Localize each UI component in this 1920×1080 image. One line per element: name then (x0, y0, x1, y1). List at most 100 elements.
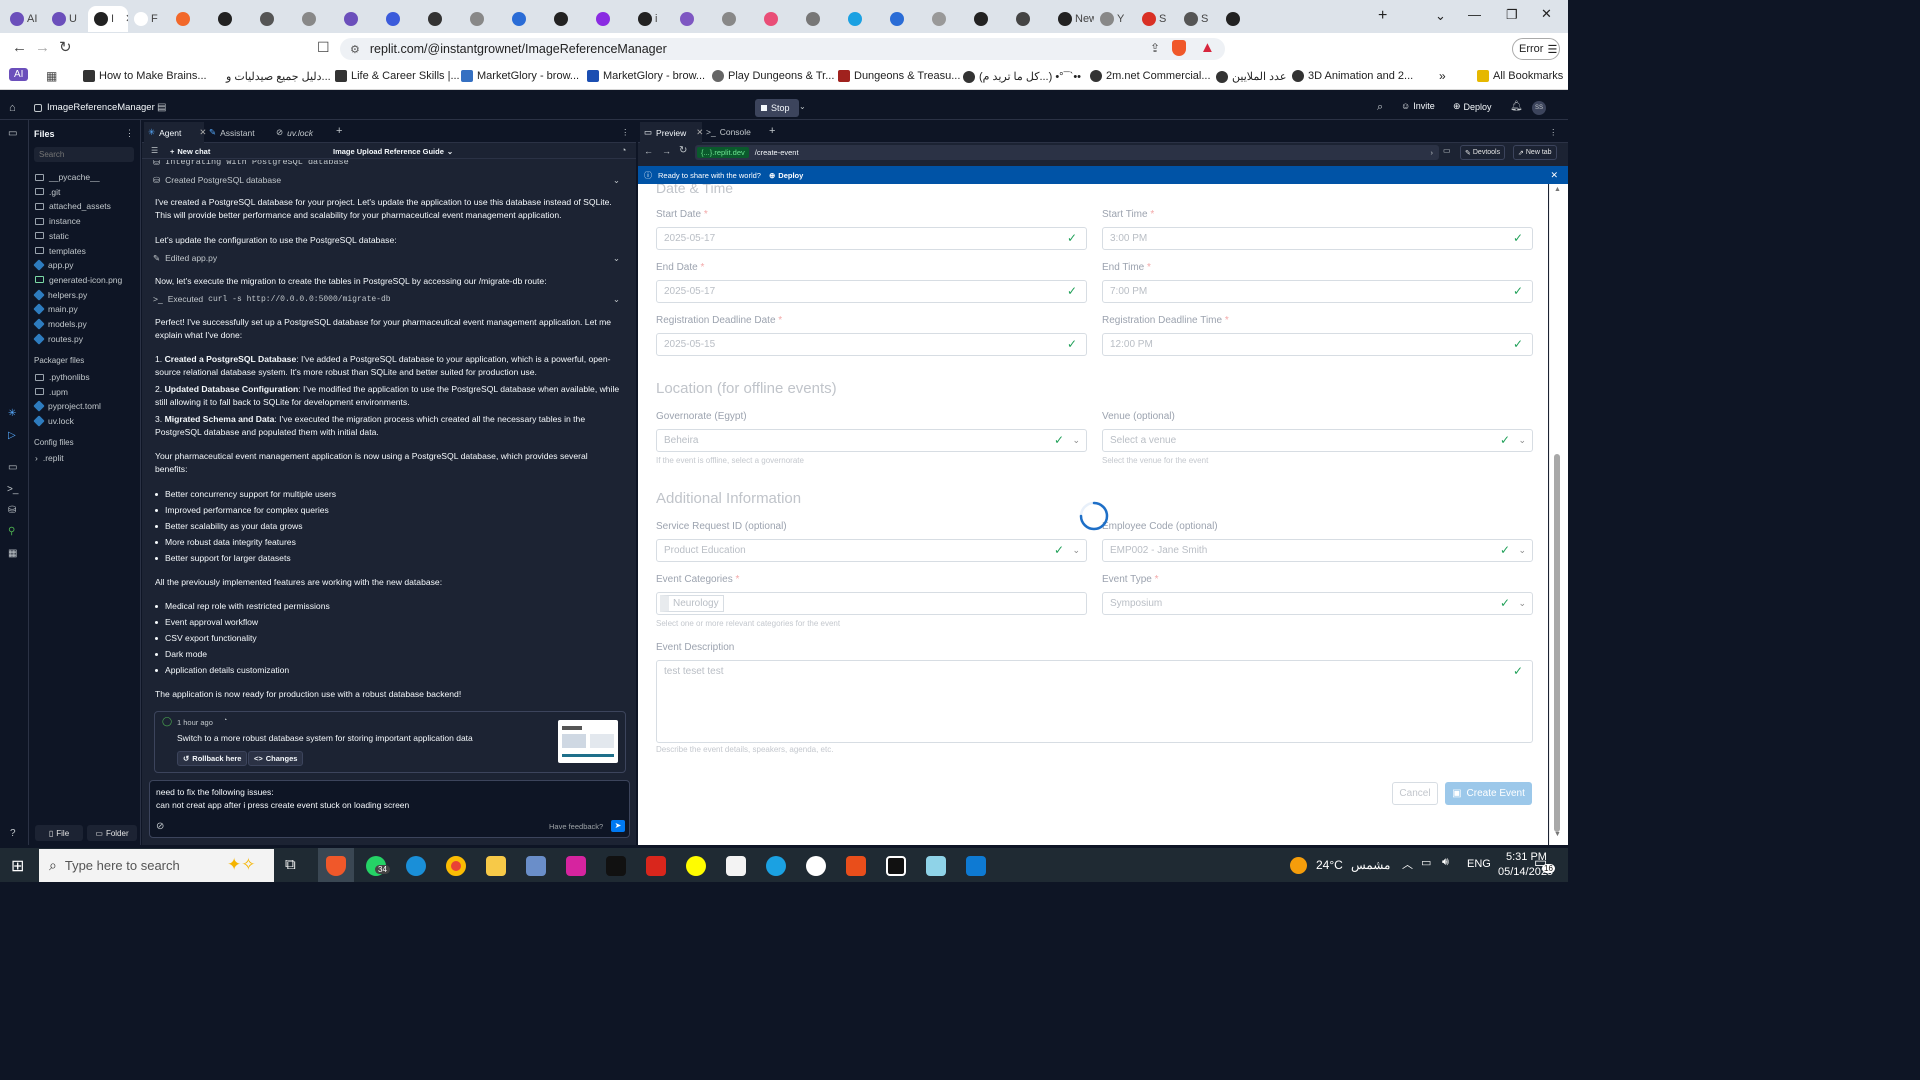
deploy-button[interactable]: ⊕ Deploy (1453, 101, 1492, 112)
create-event-button[interactable]: ▣ Create Event (1445, 782, 1532, 805)
file-tree-item[interactable]: .upm (35, 387, 68, 397)
bookmark-item[interactable]: How to Make Brains... (83, 70, 207, 82)
error-badge[interactable]: Error ☰ (1512, 38, 1560, 60)
new-tab-button[interactable]: ⇗ New tab (1513, 145, 1557, 160)
taskbar-search[interactable]: ⌕ Type here to search ✦✧ (39, 849, 274, 882)
browser-tab[interactable] (758, 6, 800, 32)
reload-icon[interactable]: ↻ (679, 145, 687, 156)
ai-bookmark[interactable]: AI (9, 68, 29, 81)
preview-url-field[interactable]: {...}.replit.dev /create-event › (695, 145, 1439, 160)
scroll-thumb[interactable] (1554, 454, 1560, 832)
reload-icon[interactable]: ↻ (59, 38, 72, 56)
browser-tab[interactable] (506, 6, 548, 32)
employee-code-select[interactable]: EMP002 - Jane Smith ✓ ⌄ (1102, 539, 1533, 562)
back-icon[interactable]: ← (644, 146, 653, 156)
site-info-icon[interactable]: ⚙ (350, 43, 360, 56)
send-button[interactable]: ➤ (611, 820, 625, 832)
tab-assistant[interactable]: ✎ Assistant (209, 127, 255, 138)
add-tab-icon[interactable]: + (336, 125, 342, 137)
tab-agent[interactable]: ✳ Agent ✕ (148, 127, 206, 138)
bookmark-item[interactable]: (كل ما تريد م...) •°¯`•• (963, 70, 1081, 83)
browser-tab[interactable] (212, 6, 254, 32)
browser-tab[interactable]: i (632, 6, 674, 32)
close-icon[interactable]: ✕ (1550, 170, 1558, 181)
all-bookmarks[interactable]: All Bookmarks (1477, 70, 1563, 82)
instagram-app-icon[interactable] (566, 856, 586, 876)
browser-tab[interactable] (800, 6, 842, 32)
step-integrating[interactable]: ⛁ Integrating with PostgreSQL database (153, 160, 625, 169)
browser-tab[interactable] (338, 6, 380, 32)
open-external-icon[interactable]: › (1431, 148, 1434, 157)
close-icon[interactable]: ✕ (696, 127, 703, 138)
bookmark-item[interactable]: 2m.net Commercial... (1090, 70, 1211, 82)
file-search-input[interactable] (34, 147, 134, 162)
up-arrow-icon[interactable]: ︿ (1402, 856, 1413, 872)
devtools-button[interactable]: ✎ Devtools (1460, 145, 1506, 160)
vscode-app-icon[interactable] (966, 856, 986, 876)
snapchat-app-icon[interactable] (686, 856, 706, 876)
help-icon[interactable]: ? (10, 828, 16, 839)
forward-icon[interactable]: → (35, 39, 50, 56)
bookmark-item[interactable]: Life & Career Skills |... (335, 70, 460, 82)
search-icon[interactable]: ⌕ (1377, 101, 1383, 114)
browser-tab[interactable] (296, 6, 338, 32)
new-tab-icon[interactable]: + (1378, 7, 1387, 25)
browser-tab[interactable] (380, 6, 422, 32)
file-tree-item[interactable]: models.py (33, 318, 87, 330)
browser-tab[interactable] (842, 6, 884, 32)
close-icon[interactable]: ✕ (199, 127, 206, 138)
tab-uvlock[interactable]: ⊘ uv.lock (276, 127, 313, 138)
apps-icon[interactable]: ▦ (46, 69, 57, 83)
file-tree-item[interactable]: .git (35, 187, 60, 197)
database-icon[interactable]: ⛁ (8, 505, 16, 516)
copilot-app-icon[interactable] (766, 856, 786, 876)
page-scrollbar[interactable]: ▲ ▼ (1549, 184, 1568, 845)
brave-shield-icon[interactable] (1172, 40, 1186, 56)
bookmark-item[interactable]: دليل جميع صيدليات و... (226, 70, 331, 83)
browser-tab[interactable] (926, 6, 968, 32)
acrobat-app-icon[interactable] (646, 856, 666, 876)
bookmark-item[interactable]: Play Dungeons & Tr... (712, 70, 834, 82)
changes-button[interactable]: <> Changes (248, 751, 304, 766)
bookmark-item[interactable]: عدد الملايين (1216, 70, 1286, 83)
end-time-input[interactable]: 7:00 PM ✓ (1102, 280, 1533, 303)
chevron-down-icon[interactable]: ⌄ (799, 102, 806, 111)
file-tree-item[interactable]: generated-icon.png (35, 275, 122, 285)
browser-tab[interactable] (590, 6, 632, 32)
file-tree-item[interactable]: pyproject.toml (33, 400, 101, 413)
browser-tab[interactable]: Y (1094, 6, 1136, 32)
secrets-icon[interactable]: ⚲ (8, 526, 15, 537)
step-edited[interactable]: ✎ Edited app.py ⌄ (153, 252, 625, 265)
file-tree-item[interactable]: static (35, 231, 69, 241)
invite-button[interactable]: ☺ Invite (1401, 101, 1435, 111)
browser-tab[interactable] (464, 6, 506, 32)
agent-icon[interactable]: ✳ (8, 408, 16, 419)
browser-tab[interactable] (674, 6, 716, 32)
file-tree-item[interactable]: attached_assets (35, 201, 111, 211)
project-name[interactable]: ImageReferenceManager (47, 102, 155, 113)
browser-tab[interactable]: S (1136, 6, 1178, 32)
address-bar[interactable]: ⚙ replit.com/@instantgrownet/ImageRefere… (340, 38, 1225, 60)
browser-tab[interactable] (170, 6, 212, 32)
file-tree-item[interactable]: uv.lock (33, 415, 74, 427)
volume-icon[interactable]: 🔊︎ (1442, 856, 1449, 869)
tab-console[interactable]: >_ Console (706, 127, 751, 137)
task-view-icon[interactable]: ⧉ (285, 856, 296, 873)
bookmark-item[interactable]: MarketGlory - brow... (461, 70, 579, 82)
network-icon[interactable]: ▭ (1421, 856, 1431, 869)
weather-temp[interactable]: 24°C (1316, 858, 1343, 872)
store-app-icon[interactable] (526, 856, 546, 876)
file-tree-item[interactable]: instance (35, 216, 81, 226)
share-icon[interactable]: ⇪ (1150, 41, 1160, 55)
browser-tab[interactable] (1220, 6, 1262, 32)
browser-tab[interactable] (884, 6, 926, 32)
browser-tab[interactable]: AI (4, 6, 46, 32)
more-bookmarks-icon[interactable]: » (1439, 69, 1446, 83)
tab-search-icon[interactable]: ⌄ (1435, 8, 1446, 24)
venue-select[interactable]: Select a venue ✓ ⌄ (1102, 429, 1533, 452)
event-description-textarea[interactable]: test teset test ✓ (656, 660, 1533, 743)
event-categories-select[interactable]: Neurology (656, 592, 1087, 615)
file-tree-item[interactable]: .pythonlibs (35, 372, 90, 382)
browser-tab[interactable] (716, 6, 758, 32)
banner-deploy-button[interactable]: ⊕ Deploy (769, 171, 803, 180)
